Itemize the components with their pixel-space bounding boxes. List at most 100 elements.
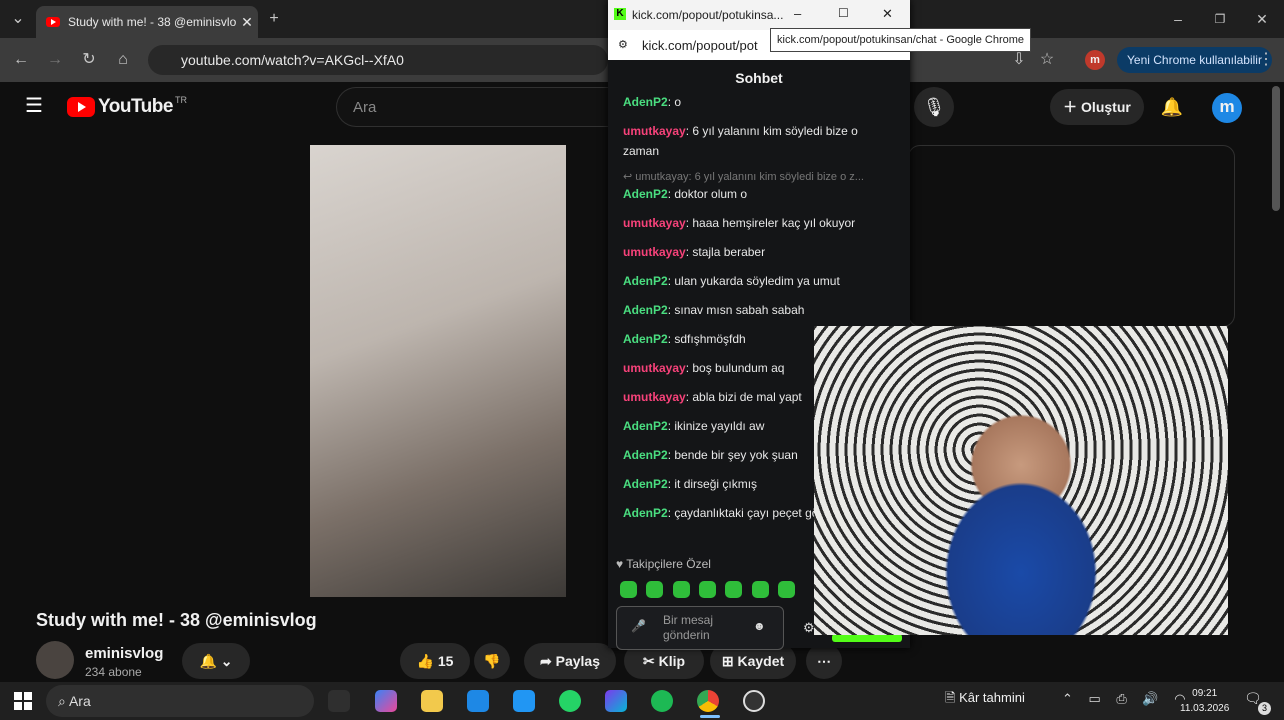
tab-title: Study with me! - 38 @eminisvlog — [68, 15, 236, 29]
emoji-icon[interactable]: ☻ — [753, 619, 766, 633]
thumbs-up-icon: 👍 — [416, 653, 438, 669]
install-icon[interactable]: ⇩ — [1008, 50, 1030, 70]
more-actions-icon[interactable]: ⋯ — [806, 643, 842, 679]
search-input[interactable]: Ara — [336, 87, 616, 127]
emote-icon[interactable] — [699, 581, 716, 598]
scissors-icon: ✂ — [642, 653, 659, 669]
clock[interactable]: 09:21 11.03.2026 — [1180, 686, 1229, 716]
browser-tab[interactable]: Study with me! - 38 @eminisvlog ✕ — [36, 6, 258, 38]
chat-username[interactable]: umutkayay — [623, 390, 686, 404]
dislike-icon[interactable]: 👎 — [474, 643, 510, 679]
emote-icon[interactable] — [778, 581, 795, 598]
emote-icon[interactable] — [752, 581, 769, 598]
chat-username[interactable]: AdenP2 — [623, 506, 668, 520]
site-info-icon[interactable]: ⚙ — [618, 38, 628, 51]
taskbar-search-text: Ara — [68, 693, 91, 709]
new-tab-button[interactable]: + — [264, 9, 284, 29]
notifications-bell-icon[interactable]: 🔔 — [1160, 97, 1184, 117]
video-player[interactable] — [310, 145, 566, 597]
bookmark-star-icon[interactable]: ☆ — [1036, 50, 1058, 70]
close-window-icon[interactable]: ✕ — [1252, 9, 1272, 29]
window-tooltip: kick.com/popout/potukinsan/chat - Google… — [770, 28, 1032, 52]
channel-avatar[interactable] — [36, 641, 74, 679]
chrome-icon[interactable] — [697, 690, 719, 712]
emote-icon[interactable] — [620, 581, 637, 598]
chat-username[interactable]: umutkayay — [623, 124, 686, 138]
send-button[interactable] — [832, 634, 902, 642]
emote-icon[interactable] — [725, 581, 742, 598]
home-icon[interactable]: ⌂ — [112, 50, 134, 70]
chat-username[interactable]: AdenP2 — [623, 187, 668, 201]
chat-settings-gear-icon[interactable]: ⚙ — [803, 620, 815, 636]
reload-icon[interactable]: ↻ — [78, 50, 100, 70]
chat-text: stajla beraber — [692, 245, 766, 259]
emote-icon[interactable] — [673, 581, 690, 598]
voice-search-mic-icon[interactable]: 🎙 — [914, 87, 954, 127]
store-icon[interactable] — [467, 690, 489, 712]
logo-text: YouTube — [98, 96, 173, 117]
youtube-play-icon — [67, 97, 95, 117]
system-tray-icons[interactable]: ⌃ ▭ ⎙ 🔊 ◠ — [1062, 691, 1192, 707]
chat-header: Sohbet — [608, 60, 910, 96]
spotify-icon[interactable] — [651, 690, 673, 712]
back-icon[interactable]: ← — [10, 50, 32, 70]
chat-message: AdenP2: o — [623, 95, 682, 109]
menu-dots-icon[interactable]: ⋮ — [1258, 50, 1274, 70]
popup-maximize-icon[interactable]: ☐ — [838, 6, 849, 20]
weather-widget[interactable]: 🗎 Kâr tahmini — [945, 689, 1025, 711]
microsoft365-icon[interactable] — [605, 690, 627, 712]
hamburger-menu-icon[interactable]: ☰ — [22, 96, 46, 116]
like-button[interactable]: 👍 15 — [400, 643, 470, 679]
chat-username[interactable]: AdenP2 — [623, 448, 668, 462]
chat-username[interactable]: AdenP2 — [623, 303, 668, 317]
youtube-favicon-icon — [46, 17, 60, 27]
tab-search-icon[interactable]: ⌄ — [8, 9, 28, 29]
share-button[interactable]: ➦ Paylaş — [524, 643, 616, 679]
windows-start-icon[interactable] — [14, 692, 32, 710]
chat-text: it dirseği çıkmış — [674, 477, 758, 491]
profile-icon[interactable]: m — [1085, 50, 1105, 70]
chat-username[interactable]: AdenP2 — [623, 274, 668, 288]
chat-text: abla bizi de mal yapt — [692, 390, 802, 404]
chat-username[interactable]: AdenP2 — [623, 419, 668, 433]
popup-minimize-icon[interactable]: – — [794, 6, 801, 21]
taskbar-search[interactable]: ⌕ Ara — [46, 685, 314, 717]
close-tab-icon[interactable]: ✕ — [236, 14, 258, 31]
webcam-overlay — [814, 326, 1228, 635]
chat-text: sdfışhmöşfdh — [674, 332, 746, 346]
whatsapp-icon[interactable] — [559, 690, 581, 712]
chat-username[interactable]: AdenP2 — [623, 95, 668, 109]
copilot-icon[interactable] — [375, 690, 397, 712]
popup-url: kick.com/popout/pot — [642, 38, 758, 53]
account-avatar[interactable]: m — [1212, 93, 1242, 123]
scrollbar-thumb[interactable] — [1272, 86, 1280, 211]
region-code: TR — [174, 95, 187, 105]
emote-icon[interactable] — [646, 581, 663, 598]
save-label: Kaydet — [737, 653, 785, 669]
popup-title: kick.com/popout/potukinsa... — [632, 8, 784, 22]
address-bar[interactable]: youtube.com/watch?v=AKGcl--XfA0 — [148, 45, 608, 75]
followers-only-label: ♥ Takipçilere Özel — [616, 557, 711, 571]
popup-close-icon[interactable]: ✕ — [882, 6, 893, 22]
save-icon: ⊞ — [721, 653, 738, 669]
forward-icon[interactable]: → — [44, 50, 66, 70]
restore-icon[interactable]: ❐ — [1210, 9, 1230, 29]
file-explorer-icon[interactable] — [421, 690, 443, 712]
chat-username[interactable]: umutkayay — [623, 245, 686, 259]
subscription-bell-button[interactable]: 🔔 ⌄ — [182, 643, 250, 679]
chat-username[interactable]: AdenP2 — [623, 332, 668, 346]
channel-name[interactable]: eminisvlog — [85, 645, 163, 662]
youtube-logo[interactable]: YouTube TR — [67, 95, 187, 118]
chat-username[interactable]: AdenP2 — [623, 477, 668, 491]
mail-icon[interactable] — [513, 690, 535, 712]
chat-message-input[interactable]: 🎤 Bir mesaj gönderin ☻ — [616, 606, 784, 650]
message-placeholder: Bir mesaj gönderin — [663, 613, 714, 642]
video-title: Study with me! - 38 @eminisvlog — [36, 610, 317, 630]
chat-username[interactable]: umutkayay — [623, 361, 686, 375]
chat-username[interactable]: umutkayay — [623, 216, 686, 230]
obs-icon[interactable] — [743, 690, 765, 712]
chrome-update-button[interactable]: Yeni Chrome kullanılabilir — [1117, 47, 1272, 73]
create-button[interactable]: ＋ Oluştur — [1050, 89, 1144, 125]
task-view-icon[interactable] — [328, 690, 350, 712]
minimize-icon[interactable]: – — [1168, 9, 1188, 29]
